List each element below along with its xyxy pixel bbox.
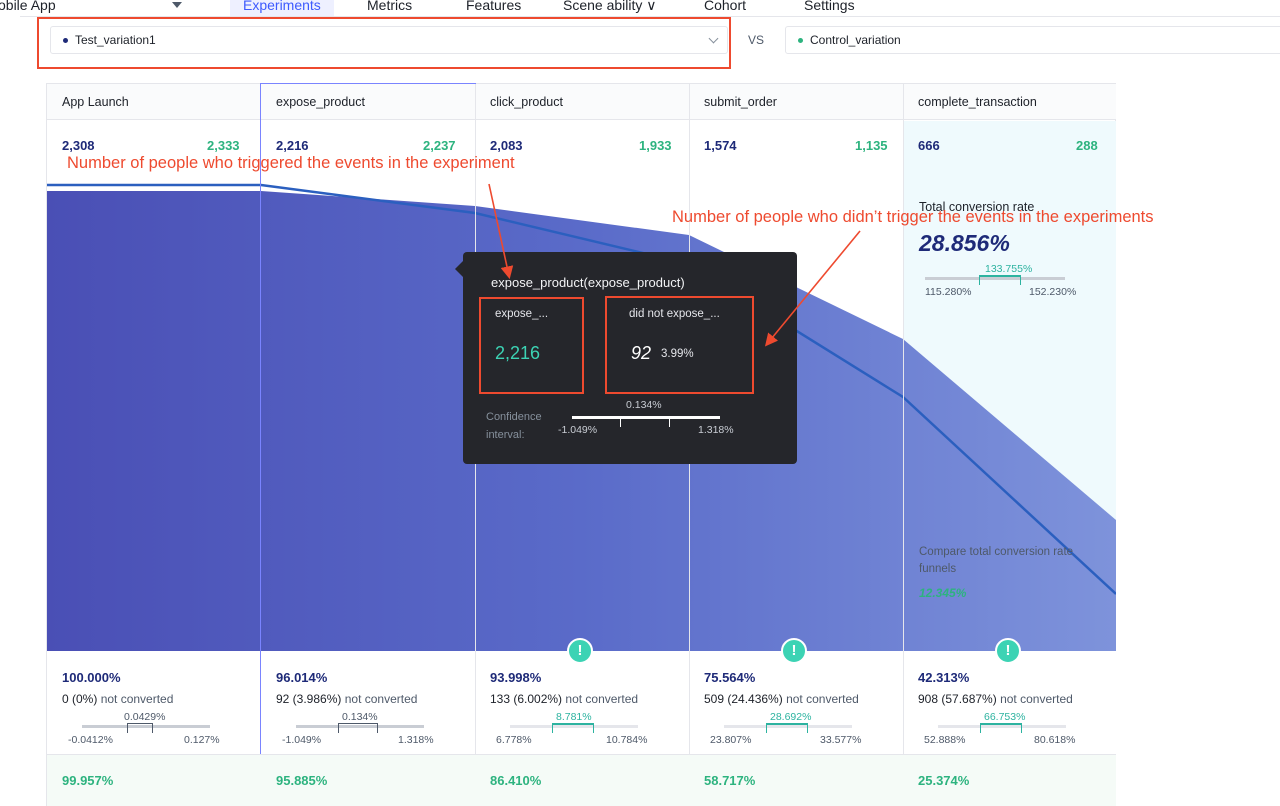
annotation-highlight-box bbox=[605, 296, 754, 394]
tab-settings[interactable]: Settings bbox=[804, 0, 855, 13]
control-pct-value: 95.885% bbox=[276, 773, 328, 788]
ci-range bbox=[127, 723, 153, 733]
tooltip-ci-label: Confidence interval: bbox=[486, 408, 542, 444]
step-stats: 96.014% 92 (3.986%) not converted bbox=[276, 670, 417, 706]
control-variation-select[interactable]: Control_variation bbox=[785, 26, 1280, 54]
ci-high: 1.318% bbox=[398, 734, 434, 746]
ci-range bbox=[980, 723, 1022, 733]
not-converted-count: 133 (6.002%) bbox=[490, 692, 563, 706]
compare-conversion-title: Compare total conversion rate funnels bbox=[919, 546, 1074, 575]
not-converted-count: 908 (57.687%) bbox=[918, 692, 997, 706]
ci-low: 52.888% bbox=[924, 734, 966, 746]
alert-icon[interactable]: ! bbox=[781, 638, 807, 664]
ci-mid: 0.134% bbox=[626, 399, 662, 411]
ci-low: 6.778% bbox=[496, 734, 532, 746]
tab-experiments[interactable]: Experiments bbox=[243, 0, 321, 13]
annotation-highlight-box bbox=[479, 297, 584, 394]
annotation-highlight-box bbox=[37, 17, 731, 69]
annotation-not-triggered: Number of people who didn’t trigger the … bbox=[672, 208, 1154, 226]
tab-scene-ability[interactable]: Scene ability ∨ bbox=[563, 0, 657, 14]
ci-high: 10.784% bbox=[606, 734, 648, 746]
control-conversion-pct: 25.374% bbox=[918, 773, 969, 788]
ci-low: -0.0412% bbox=[68, 734, 113, 746]
step-stats: 42.313% 908 (57.687%) not converted bbox=[918, 670, 1073, 706]
column-divider bbox=[903, 84, 904, 806]
not-converted-label: not converted bbox=[786, 692, 859, 706]
ci-mid: 66.753% bbox=[984, 711, 1026, 723]
ci-mid: 133.755% bbox=[985, 263, 1033, 275]
step-stats: 100.000% 0 (0%) not converted bbox=[62, 670, 173, 706]
control-dot-icon bbox=[798, 37, 803, 43]
control-pct-value: 86.410% bbox=[490, 773, 542, 788]
ci-label-line1: Confidence bbox=[486, 411, 542, 423]
total-conversion-value: 28.856% bbox=[919, 230, 1010, 256]
ci-range bbox=[620, 416, 670, 427]
control-pct-value: 58.717% bbox=[704, 773, 756, 788]
ci-low: 23.807% bbox=[710, 734, 752, 746]
ci-low: -1.049% bbox=[558, 424, 598, 436]
ci-high: 0.127% bbox=[184, 734, 220, 746]
ci-mid: 0.0429% bbox=[124, 711, 166, 723]
not-converted-label: not converted bbox=[344, 692, 418, 706]
chevron-down-icon[interactable] bbox=[172, 2, 182, 8]
not-converted-count: 509 (24.436%) bbox=[704, 692, 783, 706]
ci-mid: 0.134% bbox=[342, 711, 378, 723]
not-converted-label: not converted bbox=[100, 692, 174, 706]
ci-high: 80.618% bbox=[1034, 734, 1076, 746]
column-header-complete-transaction[interactable]: complete_transaction bbox=[903, 84, 1116, 120]
ci-range bbox=[552, 723, 594, 733]
conversion-pct: 100.000% bbox=[62, 670, 121, 685]
control-pct-value: 99.957% bbox=[62, 773, 114, 788]
control-variation-label: Control_variation bbox=[810, 33, 901, 47]
not-converted-label: not converted bbox=[1000, 692, 1073, 706]
step-stats: 75.564% 509 (24.436%) not converted bbox=[704, 670, 859, 706]
ci-range bbox=[979, 275, 1021, 285]
tooltip-title: expose_product(expose_product) bbox=[491, 275, 685, 290]
step-ci: 8.781% 6.778% 10.784% bbox=[490, 711, 660, 748]
compare-conversion-value: 12.345% bbox=[919, 586, 967, 600]
ci-label-line2: interval: bbox=[486, 429, 525, 441]
ci-mid: 28.692% bbox=[770, 711, 812, 723]
not-converted-label: not converted bbox=[565, 692, 639, 706]
tab-features[interactable]: Features bbox=[466, 0, 521, 13]
column-header-app-launch[interactable]: App Launch bbox=[47, 84, 261, 120]
top-nav: obile App Experiments Metrics Features S… bbox=[0, 0, 1280, 16]
ci-mid: 8.781% bbox=[556, 711, 592, 723]
alert-icon[interactable]: ! bbox=[995, 638, 1021, 664]
step-ci: 28.692% 23.807% 33.577% bbox=[704, 711, 874, 748]
annotation-triggered: Number of people who triggered the event… bbox=[67, 154, 515, 172]
total-conversion-ci: 133.755% 115.280% 152.230% bbox=[903, 263, 1093, 300]
step-ci: 0.134% -1.049% 1.318% bbox=[276, 711, 446, 748]
not-converted-count: 0 (0%) bbox=[62, 692, 98, 706]
ci-low: 115.280% bbox=[925, 286, 972, 298]
vs-label: VS bbox=[748, 33, 765, 47]
ci-high: 1.318% bbox=[698, 424, 734, 436]
conversion-pct: 96.014% bbox=[276, 670, 328, 685]
column-header-click-product[interactable]: click_product bbox=[475, 84, 689, 120]
column-header-submit-order[interactable]: submit_order bbox=[689, 84, 903, 120]
tab-metrics[interactable]: Metrics bbox=[367, 0, 412, 13]
step-ci: 66.753% 52.888% 80.618% bbox=[918, 711, 1088, 748]
control-conversion-pct: 58.717% bbox=[704, 773, 755, 788]
step-stats: 93.998% 133 (6.002%) not converted bbox=[490, 670, 638, 706]
conversion-pct: 75.564% bbox=[704, 670, 756, 685]
alert-icon[interactable]: ! bbox=[567, 638, 593, 664]
ci-low: -1.049% bbox=[282, 734, 322, 746]
step-ci: 0.0429% -0.0412% 0.127% bbox=[62, 711, 232, 748]
control-conversion-pct: 99.957% bbox=[62, 773, 113, 788]
control-conversion-pct: 95.885% bbox=[276, 773, 327, 788]
app-selector[interactable]: obile App bbox=[0, 0, 56, 13]
conversion-pct: 42.313% bbox=[918, 670, 970, 685]
tooltip-ci: 0.134% -1.049% 1.318% bbox=[558, 397, 748, 437]
not-converted-count: 92 (3.986%) bbox=[276, 692, 342, 706]
conversion-pct: 93.998% bbox=[490, 670, 542, 685]
ci-range bbox=[338, 723, 378, 733]
ci-high: 152.230% bbox=[1029, 286, 1077, 298]
control-pct-value: 25.374% bbox=[918, 773, 970, 788]
tab-cohort[interactable]: Cohort bbox=[704, 0, 746, 13]
ci-high: 33.577% bbox=[820, 734, 862, 746]
control-conversion-pct: 86.410% bbox=[490, 773, 541, 788]
ci-range bbox=[766, 723, 808, 733]
